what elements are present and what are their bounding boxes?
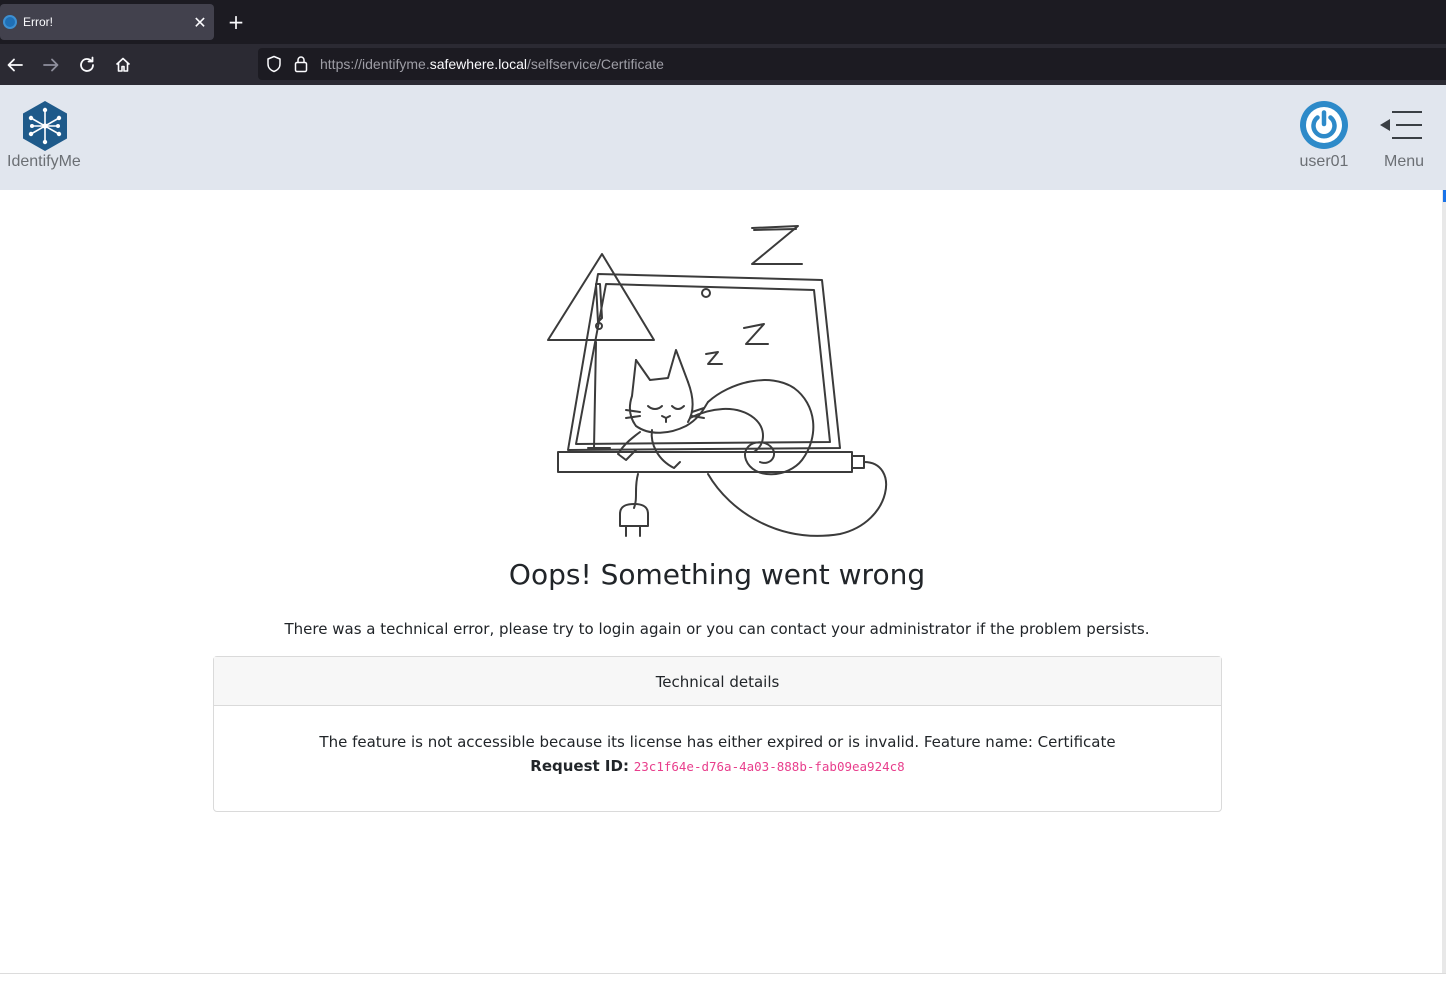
menu-toggle-button[interactable] [1378, 108, 1424, 142]
user-power-button[interactable] [1299, 100, 1349, 150]
request-id-label: Request ID: [530, 757, 629, 775]
page-scrollbar[interactable] [1442, 190, 1446, 974]
brand-logo-link[interactable] [0, 100, 90, 156]
url-text[interactable]: https://identifyme.safewhere.local/selfs… [320, 56, 664, 72]
secure-lock-icon[interactable] [294, 55, 308, 77]
identifyme-logo-icon [23, 101, 67, 151]
request-id-value: 23c1f64e-d76a-4a03-888b-fab09ea924c8 [633, 759, 905, 774]
request-id-row: Request ID: 23c1f64e-d76a-4a03-888b-fab0… [214, 754, 1221, 779]
new-tab-button[interactable]: + [226, 10, 246, 34]
forward-arrow-icon[interactable] [38, 52, 64, 78]
browser-tab-error[interactable]: Error! ✕ [0, 4, 214, 40]
technical-details-header: Technical details [214, 657, 1221, 706]
technical-details-body: The feature is not accessible because it… [214, 706, 1221, 779]
reload-icon[interactable] [74, 52, 100, 78]
technical-details-text: The feature is not accessible because it… [319, 733, 1116, 751]
user-name[interactable]: user01 [1296, 153, 1352, 171]
tab-title: Error! [23, 15, 53, 29]
url-path: /selfservice/Certificate [527, 56, 664, 72]
url-host: safewhere.local [429, 56, 527, 72]
tab-close-icon[interactable]: ✕ [186, 13, 214, 32]
url-prefix: https://identifyme. [320, 56, 430, 72]
menu-hamburger-icon [1380, 111, 1422, 139]
error-message: There was a technical error, please try … [284, 620, 1150, 638]
power-icon [1300, 101, 1348, 149]
browser-tab-strip: Error! ✕ + [0, 0, 1446, 44]
back-arrow-icon[interactable] [2, 52, 28, 78]
home-icon[interactable] [110, 52, 136, 78]
technical-details-card: Technical details The feature is not acc… [213, 656, 1222, 812]
sleeping-cat-laptop-illustration [540, 222, 900, 544]
address-bar[interactable]: https://identifyme.safewhere.local/selfs… [258, 48, 1446, 80]
app-header [0, 85, 1446, 190]
brand-name[interactable]: IdentifyMe [7, 153, 81, 171]
menu-label[interactable]: Menu [1380, 153, 1428, 171]
site-favicon-icon [3, 15, 17, 29]
page-bottom-divider [0, 973, 1446, 974]
error-title: Oops! Something went wrong [508, 558, 926, 591]
tracking-protection-shield-icon[interactable] [266, 55, 282, 77]
